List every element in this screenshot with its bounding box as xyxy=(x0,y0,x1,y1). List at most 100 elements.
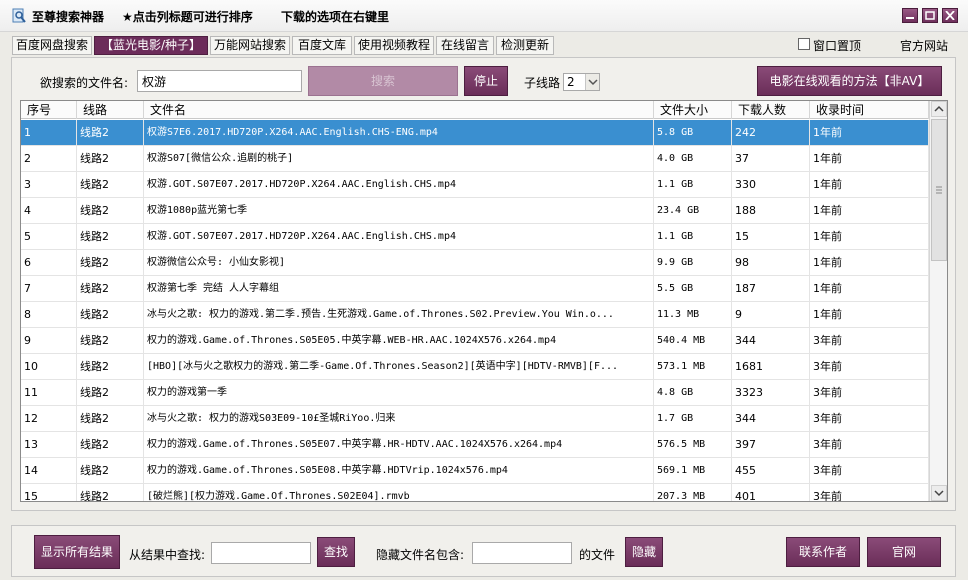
official-site-link[interactable]: 官方网站 xyxy=(900,37,948,54)
find-button[interactable]: 查找 xyxy=(317,537,355,567)
tab-video-tutorial[interactable]: 使用视频教程 xyxy=(354,36,434,55)
cell-time: 3年前 xyxy=(810,406,929,432)
table-row[interactable]: 7 线路2 权游第七季 完结 人人字幕组 5.5 GB 187 1年前 xyxy=(21,276,929,302)
cell-line: 线路2 xyxy=(77,458,144,484)
tab-universal-search[interactable]: 万能网站搜索 xyxy=(210,36,290,55)
cell-time: 3年前 xyxy=(810,380,929,406)
tab-bluray-torrent[interactable]: 【蓝光电影/种子】 xyxy=(94,36,208,55)
tab-baidu-wenku[interactable]: 百度文库 xyxy=(292,36,352,55)
cell-size: 1.1 GB xyxy=(654,172,732,198)
table-row[interactable]: 5 线路2 权游.GOT.S07E07.2017.HD720P.X264.AAC.E… xyxy=(21,224,929,250)
cell-time: 1年前 xyxy=(810,198,929,224)
cell-no: 10 xyxy=(21,354,77,380)
minimize-button[interactable] xyxy=(902,8,918,23)
cell-no: 3 xyxy=(21,172,77,198)
cell-filename: 权力的游戏第一季 xyxy=(144,380,654,406)
download-hint: 下载的选项在右键里 xyxy=(281,10,390,24)
cell-size: 573.1 MB xyxy=(654,354,732,380)
vertical-scrollbar[interactable] xyxy=(929,101,947,501)
close-button[interactable] xyxy=(942,8,958,23)
cell-size: 4.8 GB xyxy=(654,380,732,406)
table-row[interactable]: 1 线路2 权游S7E6.2017.HD720P.X264.AAC.English.… xyxy=(21,120,929,146)
scroll-thumb[interactable] xyxy=(931,119,947,261)
stop-button[interactable]: 停止 xyxy=(464,66,508,96)
cell-time: 1年前 xyxy=(810,302,929,328)
app-search-icon xyxy=(12,8,26,23)
cell-line: 线路2 xyxy=(77,302,144,328)
cell-time: 1年前 xyxy=(810,276,929,302)
cell-filename: 权游微信公众号: 小仙女影视] xyxy=(144,250,654,276)
grip-icon xyxy=(936,186,942,194)
title-bar: 至尊搜索神器 ★点击列标题可进行排序 下载的选项在右键里 xyxy=(0,0,968,32)
table-row[interactable]: 13 线路2 权力的游戏.Game.of.Thrones.S05E07.中英字幕.H… xyxy=(21,432,929,458)
search-button[interactable]: 搜索 xyxy=(308,66,458,96)
cell-downloads: 455 xyxy=(732,458,810,484)
table-row[interactable]: 4 线路2 权游1080p蓝光第七季 23.4 GB 188 1年前 xyxy=(21,198,929,224)
table-row[interactable]: 2 线路2 权游S07[微信公众.追剧的桃子] 4.0 GB 37 1年前 xyxy=(21,146,929,172)
cell-downloads: 330 xyxy=(732,172,810,198)
cell-no: 15 xyxy=(21,484,77,501)
cell-downloads: 344 xyxy=(732,406,810,432)
search-input[interactable] xyxy=(137,70,302,92)
cell-line: 线路2 xyxy=(77,276,144,302)
cell-size: 23.4 GB xyxy=(654,198,732,224)
always-on-top-checkbox[interactable] xyxy=(798,38,810,50)
col-header-size[interactable]: 文件大小 xyxy=(654,101,732,119)
col-header-time[interactable]: 收录时间 xyxy=(810,101,929,119)
contact-author-button[interactable]: 联系作者 xyxy=(786,537,860,567)
cell-time: 1年前 xyxy=(810,146,929,172)
website-button[interactable]: 官网 xyxy=(867,537,941,567)
cell-no: 9 xyxy=(21,328,77,354)
table-body: 1 线路2 权游S7E6.2017.HD720P.X264.AAC.English.… xyxy=(21,120,929,501)
tab-check-update[interactable]: 检测更新 xyxy=(496,36,554,55)
table-row[interactable]: 11 线路2 权力的游戏第一季 4.8 GB 3323 3年前 xyxy=(21,380,929,406)
hide-filename-input[interactable] xyxy=(472,542,572,564)
col-header-filename[interactable]: 文件名 xyxy=(144,101,654,119)
tab-online-message[interactable]: 在线留言 xyxy=(436,36,494,55)
subline-select[interactable]: 2 xyxy=(563,73,600,91)
col-header-no[interactable]: 序号 xyxy=(21,101,77,119)
table-row[interactable]: 9 线路2 权力的游戏.Game.of.Thrones.S05E05.中英字幕.WE… xyxy=(21,328,929,354)
cell-filename: 权力的游戏.Game.of.Thrones.S05E05.中英字幕.WEB-HR… xyxy=(144,328,654,354)
cell-no: 7 xyxy=(21,276,77,302)
table-row[interactable]: 8 线路2 冰与火之歌: 权力的游戏.第二季.预告.生死游戏.Game.of.Thr… xyxy=(21,302,929,328)
cell-no: 6 xyxy=(21,250,77,276)
online-watch-button[interactable]: 电影在线观看的方法【非AV】 xyxy=(757,66,942,96)
hide-button[interactable]: 隐藏 xyxy=(625,537,663,567)
scroll-down-button[interactable] xyxy=(931,485,947,501)
cell-filename: 权游.GOT.S07E07.2017.HD720P.X264.AAC.Engli… xyxy=(144,172,654,198)
table-row[interactable]: 15 线路2 [破烂熊][权力游戏.Game.Of.Thrones.S02E04].… xyxy=(21,484,929,501)
cell-no: 8 xyxy=(21,302,77,328)
subline-label: 子线路 xyxy=(524,76,561,90)
search-label: 欲搜索的文件名: xyxy=(40,76,129,90)
cell-filename: 冰与火之歌: 权力的游戏S03E09-10£圣城RiYoo.归来 xyxy=(144,406,654,432)
always-on-top-label: 窗口置顶 xyxy=(813,39,862,53)
table-header: 序号 线路 文件名 文件大小 下载人数 收录时间 xyxy=(21,101,929,119)
cell-downloads: 401 xyxy=(732,484,810,501)
table-row[interactable]: 3 线路2 权游.GOT.S07E07.2017.HD720P.X264.AAC.E… xyxy=(21,172,929,198)
cell-downloads: 3323 xyxy=(732,380,810,406)
cell-time: 1年前 xyxy=(810,120,929,146)
cell-no: 2 xyxy=(21,146,77,172)
table-row[interactable]: 14 线路2 权力的游戏.Game.of.Thrones.S05E08.中英字幕.H… xyxy=(21,458,929,484)
col-header-line[interactable]: 线路 xyxy=(77,101,144,119)
tab-baidu-pan[interactable]: 百度网盘搜索 xyxy=(12,36,92,55)
subline-dropdown-arrow[interactable] xyxy=(585,74,599,90)
table-row[interactable]: 6 线路2 权游微信公众号: 小仙女影视] 9.9 GB 98 1年前 xyxy=(21,250,929,276)
table-row[interactable]: 10 线路2 [HBO][冰与火之歌权力的游戏.第二季-Game.Of.Throne… xyxy=(21,354,929,380)
cell-size: 207.3 MB xyxy=(654,484,732,501)
cell-line: 线路2 xyxy=(77,146,144,172)
col-header-downloads[interactable]: 下载人数 xyxy=(732,101,810,119)
cell-no: 13 xyxy=(21,432,77,458)
cell-line: 线路2 xyxy=(77,224,144,250)
cell-time: 3年前 xyxy=(810,458,929,484)
cell-size: 576.5 MB xyxy=(654,432,732,458)
cell-downloads: 344 xyxy=(732,328,810,354)
results-table[interactable]: 序号 线路 文件名 文件大小 下载人数 收录时间 1 线路2 权游S7E6.2017… xyxy=(20,100,948,502)
table-row[interactable]: 12 线路2 冰与火之歌: 权力的游戏S03E09-10£圣城RiYoo.归来 1.7… xyxy=(21,406,929,432)
scroll-up-button[interactable] xyxy=(931,101,947,117)
show-all-results-button[interactable]: 显示所有结果 xyxy=(34,535,120,569)
find-in-results-input[interactable] xyxy=(211,542,311,564)
maximize-button[interactable] xyxy=(922,8,938,23)
cell-line: 线路2 xyxy=(77,484,144,501)
